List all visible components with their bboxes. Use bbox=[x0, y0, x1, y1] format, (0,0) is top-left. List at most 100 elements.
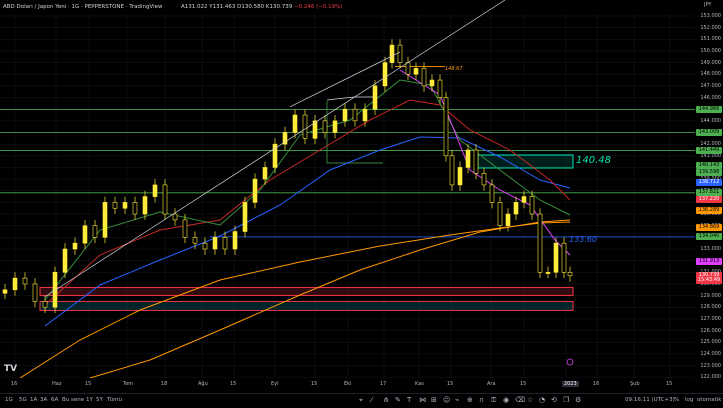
price-tick: 127.000 bbox=[700, 315, 721, 322]
range-ytd[interactable]: Bu sene bbox=[62, 394, 84, 407]
layers-icon[interactable]: ❐ bbox=[563, 394, 569, 407]
settings-icon[interactable]: ⚙ bbox=[575, 394, 581, 407]
pattern-icon[interactable]: ⋈ bbox=[419, 394, 426, 407]
brush-icon[interactable]: ✎ bbox=[395, 394, 401, 407]
candle-body bbox=[561, 242, 567, 273]
price-tick: 125.000 bbox=[700, 339, 721, 346]
candle-body bbox=[62, 248, 68, 273]
candle-body bbox=[262, 167, 268, 180]
candle-body bbox=[457, 167, 463, 186]
candle-body bbox=[405, 62, 411, 75]
candle-body bbox=[172, 213, 178, 221]
range-1y[interactable]: 1Y bbox=[86, 394, 93, 407]
candle-body bbox=[529, 196, 535, 215]
time-tick: Tem bbox=[123, 381, 134, 387]
candle-body bbox=[112, 202, 118, 209]
price-tick: 128.000 bbox=[700, 304, 721, 311]
candle-body bbox=[553, 242, 559, 273]
time-tick: Ara bbox=[487, 381, 496, 387]
candle-body bbox=[232, 231, 238, 250]
low-value: D130.580 bbox=[237, 4, 265, 10]
candle-body bbox=[292, 114, 298, 133]
candle-body bbox=[212, 237, 218, 250]
chart-grid bbox=[0, 14, 695, 378]
support-zone-1 bbox=[39, 286, 574, 296]
time-tick: 15 bbox=[520, 381, 527, 387]
range-5y[interactable]: 5Y bbox=[96, 394, 103, 407]
annotation-133: 133.60 bbox=[569, 235, 597, 244]
lock-icon[interactable]: ⚿ bbox=[491, 394, 496, 407]
candle-body bbox=[102, 202, 108, 238]
price-tick: 144.000 bbox=[700, 117, 721, 124]
candle-body bbox=[465, 149, 471, 168]
range-1m[interactable]: 1A bbox=[30, 394, 37, 407]
horizontal-levels bbox=[0, 66, 695, 311]
eye-icon[interactable]: ◉ bbox=[503, 394, 509, 407]
annotation-140: 140.48 bbox=[576, 155, 611, 166]
pitchfork-icon[interactable]: ⋔ bbox=[383, 394, 389, 407]
time-tick: 16 bbox=[593, 381, 600, 387]
candle-body bbox=[421, 68, 427, 87]
ruler-icon[interactable]: ⊞ bbox=[431, 394, 437, 407]
price-tick: 148.000 bbox=[700, 71, 721, 78]
ma-100 bbox=[19, 221, 571, 378]
alert-icon[interactable]: ◔ bbox=[539, 394, 545, 407]
zoom-icon[interactable]: ⊕ bbox=[467, 394, 473, 407]
time-tick: Eki bbox=[344, 381, 352, 387]
text-icon[interactable]: T bbox=[407, 394, 411, 407]
price-label: 134.869 bbox=[696, 223, 722, 231]
time-tick: Haz bbox=[52, 381, 62, 387]
icons-icon[interactable]: ☺ bbox=[443, 394, 450, 407]
bottom-toolbar: 1G 5G 1A 3A 6A Bu sene 1Y 5Y Tümü ⌖ ⁄ ⋔ … bbox=[0, 393, 723, 408]
price-tick: 151.000 bbox=[700, 36, 721, 43]
time-tick: Eyl bbox=[271, 381, 279, 387]
range-all[interactable]: Tümü bbox=[107, 394, 122, 407]
annotation-148: 148.67 bbox=[445, 66, 463, 72]
range-1d[interactable]: 1G bbox=[5, 394, 13, 407]
magnet-icon[interactable]: ∩ bbox=[479, 394, 484, 407]
ohlc-readout: A131.022 Y131.463 D130.580 K130.739 −0.2… bbox=[181, 0, 342, 14]
trash-icon[interactable]: ⌫ bbox=[515, 394, 525, 407]
candle-body bbox=[342, 108, 348, 122]
price-label: 144.966 bbox=[696, 106, 722, 114]
candle-body bbox=[152, 184, 158, 197]
range-6m[interactable]: 6A bbox=[51, 394, 58, 407]
log-toggle[interactable]: log bbox=[685, 394, 693, 407]
price-tick: 124.000 bbox=[700, 350, 721, 357]
range-5d[interactable]: 5G bbox=[19, 394, 27, 407]
price-label: 136.289 bbox=[696, 207, 722, 215]
open-value: A131.022 bbox=[181, 4, 208, 10]
auto-toggle[interactable]: otomatik bbox=[697, 394, 721, 407]
range-3m[interactable]: 3A bbox=[40, 394, 47, 407]
support-zone-2 bbox=[39, 300, 574, 311]
star-icon[interactable]: ☆ bbox=[527, 394, 533, 407]
candle-body bbox=[132, 202, 138, 215]
trendline-icon[interactable]: ⁄ bbox=[371, 394, 372, 407]
time-tick: 15 bbox=[85, 381, 92, 387]
price-tick: 153.000 bbox=[700, 13, 721, 19]
candle-body bbox=[162, 184, 168, 215]
symbol-title[interactable]: ABD Doları / Japon Yeni · 1G · PEPPERSTO… bbox=[3, 0, 162, 14]
candle-body bbox=[389, 44, 395, 63]
price-chart[interactable] bbox=[0, 0, 695, 378]
price-tick: 129.000 bbox=[700, 292, 721, 299]
candle-body bbox=[252, 178, 258, 203]
time-tick: Şub bbox=[630, 381, 640, 387]
time-tick: Kas bbox=[415, 381, 424, 387]
price-label: 15:43:49 bbox=[696, 276, 722, 284]
candle-body bbox=[42, 301, 48, 308]
replay-icon[interactable]: ⟲ bbox=[551, 394, 557, 407]
candle-body bbox=[182, 219, 188, 238]
cursor-icon[interactable]: ⌖ bbox=[359, 394, 363, 407]
candle-body bbox=[22, 277, 28, 285]
price-label: 143.009 bbox=[696, 128, 722, 136]
percent-toggle[interactable]: % bbox=[674, 394, 679, 407]
tradingview-logo: TV bbox=[4, 364, 18, 374]
change-value: −0.246 (−0.19%) bbox=[293, 4, 343, 10]
candle-body bbox=[282, 132, 288, 145]
candle-body bbox=[192, 237, 198, 244]
candle-body bbox=[413, 68, 419, 75]
candle-body bbox=[122, 202, 128, 209]
measure-icon[interactable]: ⌁ bbox=[455, 394, 459, 407]
high-value: Y131.463 bbox=[209, 4, 236, 10]
